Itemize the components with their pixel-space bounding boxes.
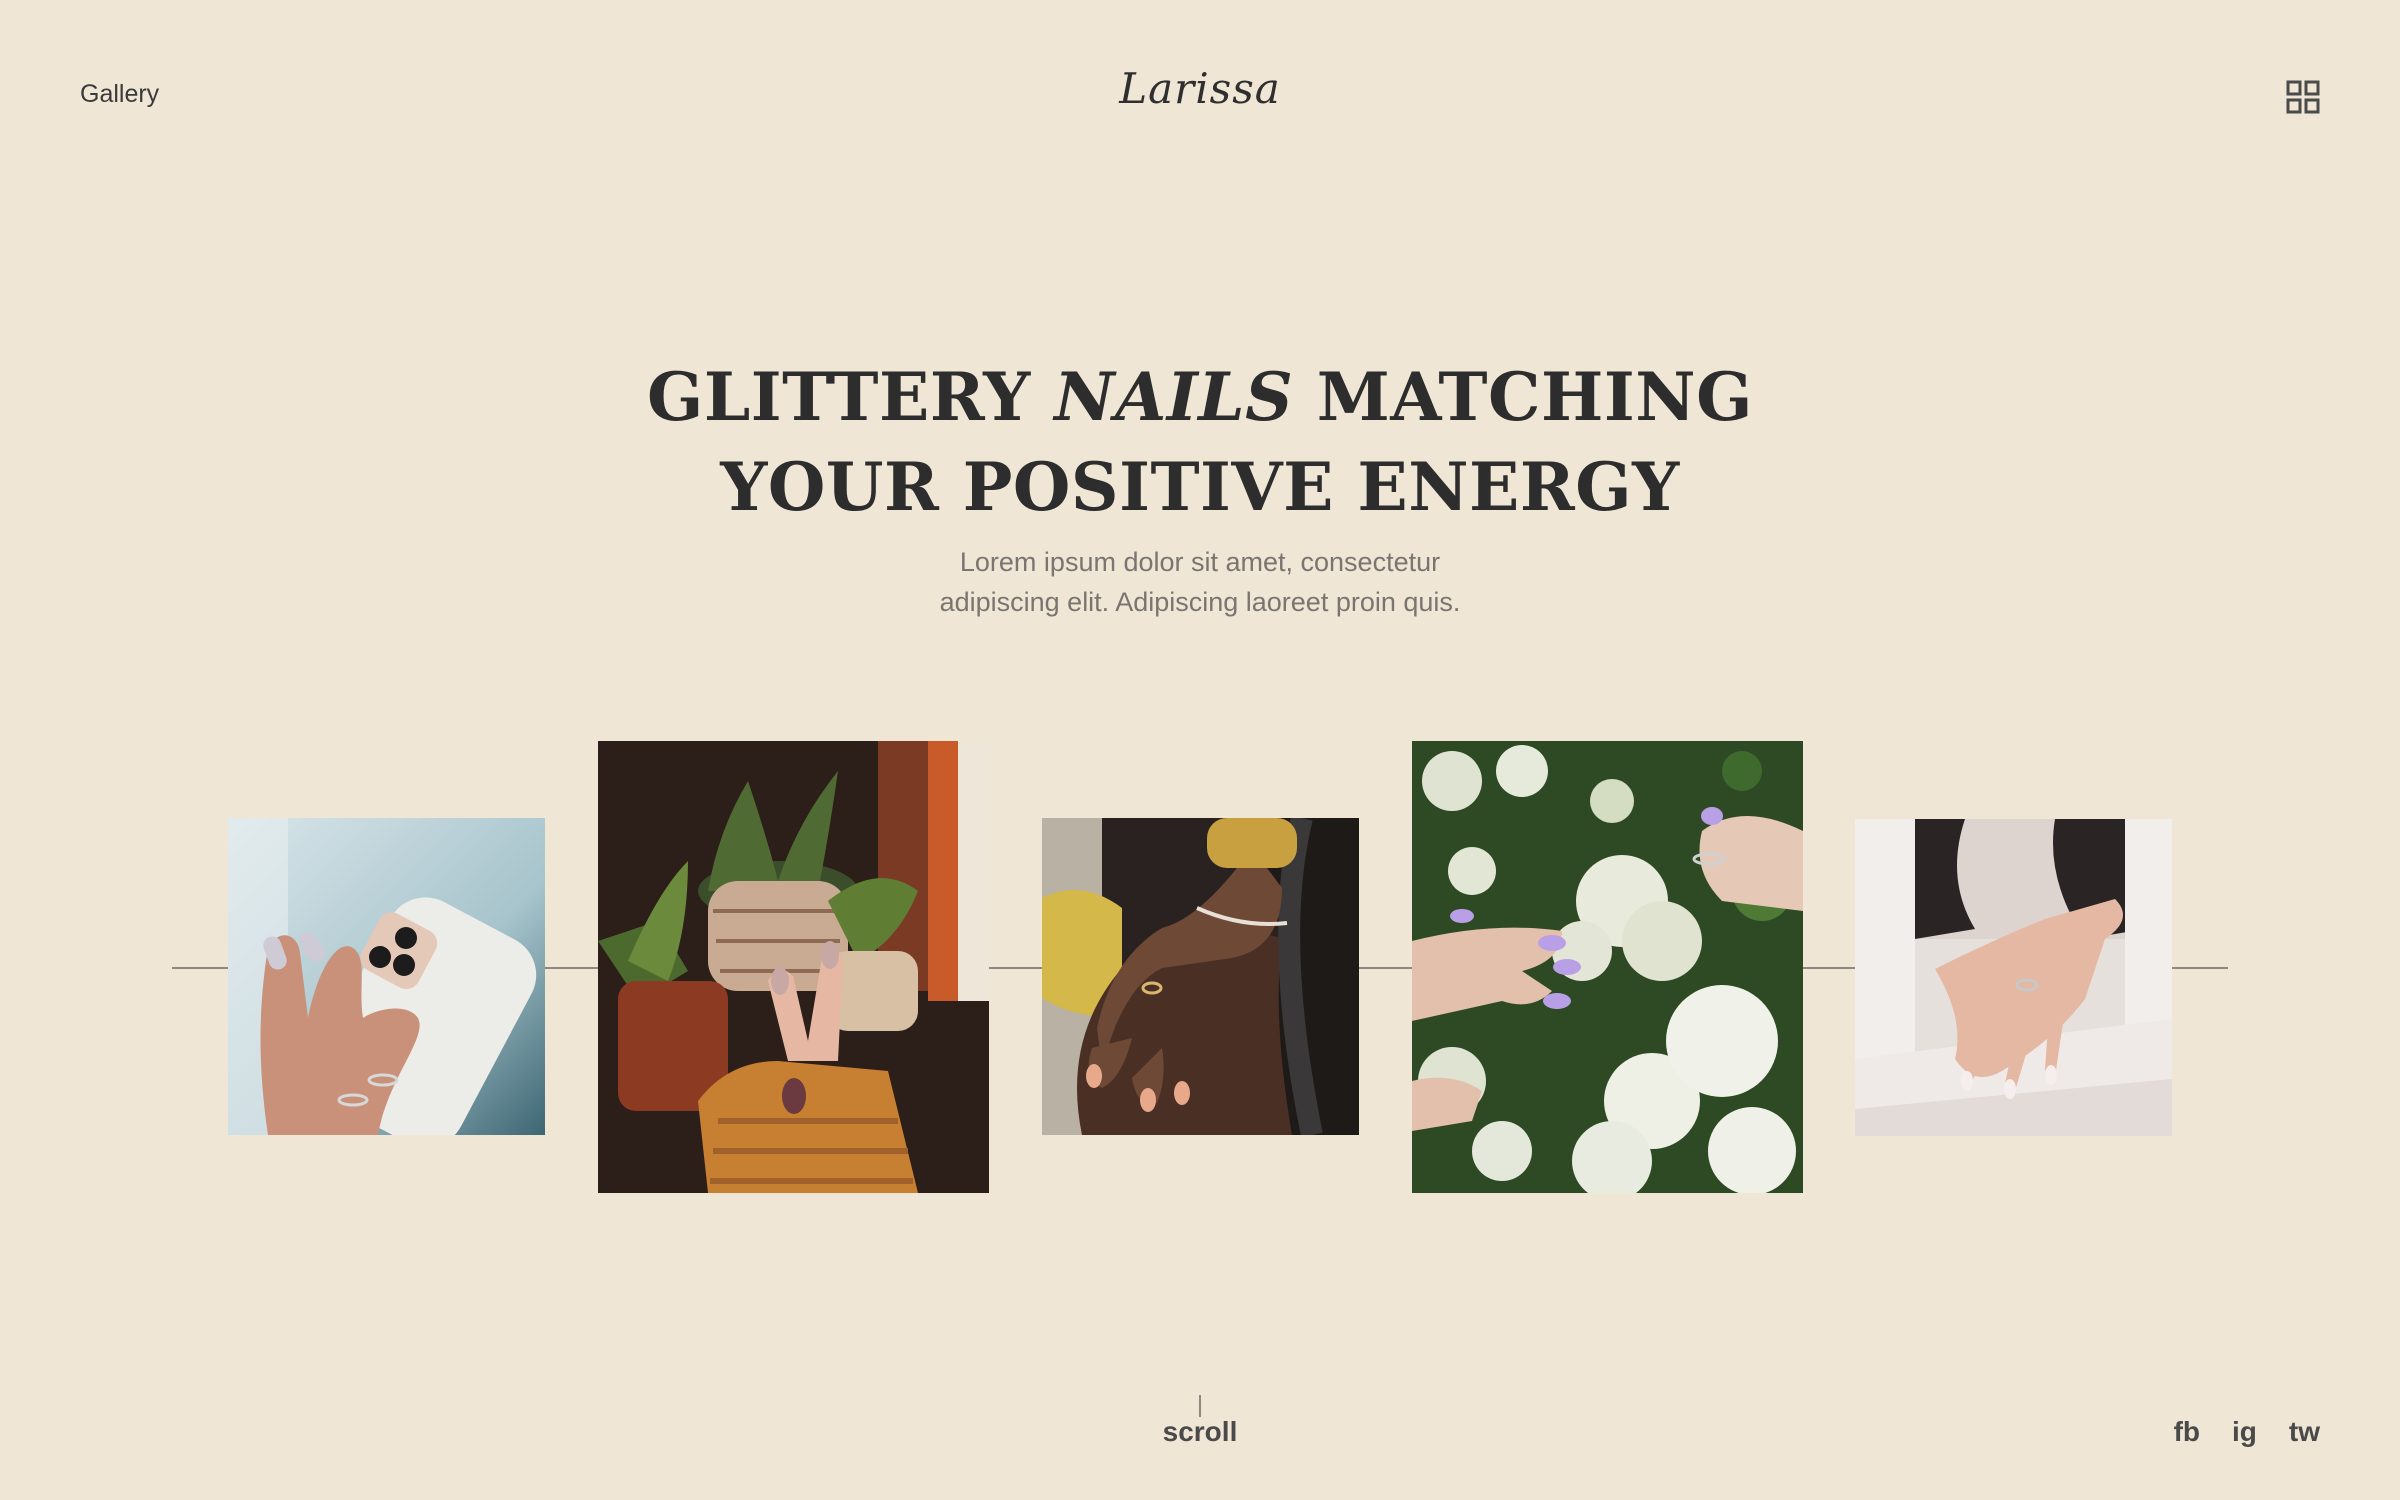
logo[interactable]: Larissa — [0, 64, 2400, 113]
photo-hands-flowers — [1412, 741, 1803, 1193]
photo-hand-phone — [228, 818, 545, 1135]
gallery-photo-4[interactable] — [1412, 741, 1803, 1193]
photo-hand-succulents — [598, 741, 989, 1193]
gallery-photo-1[interactable] — [228, 818, 545, 1135]
headline-part1: GLITTERY — [647, 358, 1055, 436]
grid-icon — [2286, 80, 2320, 114]
instagram-link[interactable]: ig — [2232, 1416, 2257, 1448]
social-links: fb ig tw — [2174, 1416, 2320, 1448]
scroll-button[interactable]: scroll — [0, 1416, 2400, 1448]
gallery-photo-2[interactable] — [598, 741, 989, 1193]
subtext-line1: Lorem ipsum dolor sit amet, consectetur — [959, 547, 1441, 577]
hero-subtext: Lorem ipsum dolor sit amet, consectetur … — [0, 542, 2400, 622]
headline-line2: YOUR POSITIVE ENERGY — [720, 448, 1680, 526]
facebook-link[interactable]: fb — [2174, 1416, 2200, 1448]
photo-hand-ring — [1855, 819, 2172, 1136]
gallery-photo-5[interactable] — [1855, 819, 2172, 1136]
menu-button[interactable] — [2286, 80, 2320, 114]
headline-part2: MATCHING — [1293, 358, 1753, 436]
hero-headline: GLITTERY NAILS MATCHING YOUR POSITIVE EN… — [0, 352, 2400, 532]
subtext-line2: adipiscing elit. Adipiscing laoreet proi… — [939, 587, 1461, 617]
headline-emphasis: NAILS — [1054, 358, 1294, 436]
headline-line1: GLITTERY NAILS MATCHING — [647, 358, 1753, 436]
gallery-photo-3[interactable] — [1042, 818, 1359, 1135]
photo-hand-shoulder — [1042, 818, 1359, 1135]
twitter-link[interactable]: tw — [2289, 1416, 2320, 1448]
scroll-indicator-line — [1199, 1395, 1201, 1417]
